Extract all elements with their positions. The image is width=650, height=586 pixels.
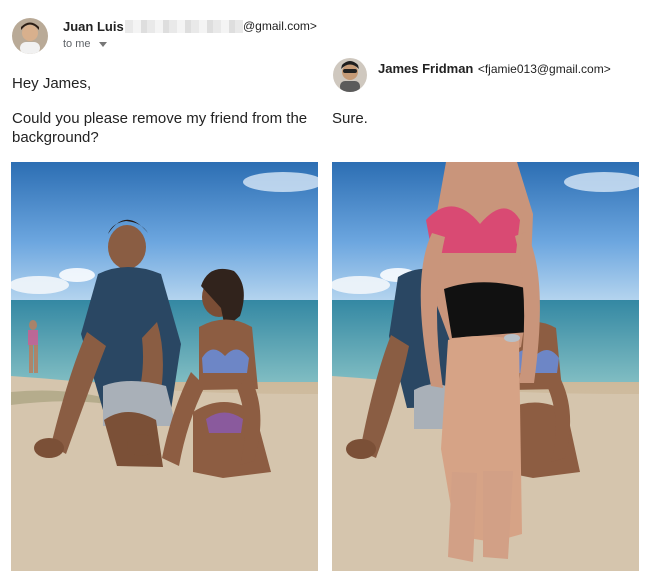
- recipient-line[interactable]: to me: [63, 38, 107, 50]
- redacted-email: [125, 20, 243, 33]
- reply-avatar[interactable]: [333, 58, 367, 92]
- chevron-down-icon[interactable]: [98, 41, 107, 47]
- sender-avatar[interactable]: [12, 18, 48, 54]
- greeting: Hey James,: [12, 75, 92, 92]
- reply-message: Sure.: [332, 110, 368, 127]
- original-photo[interactable]: [11, 162, 318, 571]
- reply-sender-email: <fjamie013@gmail.com>: [477, 62, 611, 76]
- message-body: Could you please remove my friend from t…: [12, 110, 308, 146]
- reply-sender-name: James Fridman: [378, 61, 474, 76]
- recipient-label: to me: [63, 38, 91, 50]
- sender-email-suffix: @gmail.com>: [243, 19, 317, 33]
- edited-photo[interactable]: [332, 162, 639, 571]
- sender-name: Juan Luis: [63, 19, 124, 34]
- reply-header: James Fridman <fjamie013@gmail.com>: [378, 60, 611, 78]
